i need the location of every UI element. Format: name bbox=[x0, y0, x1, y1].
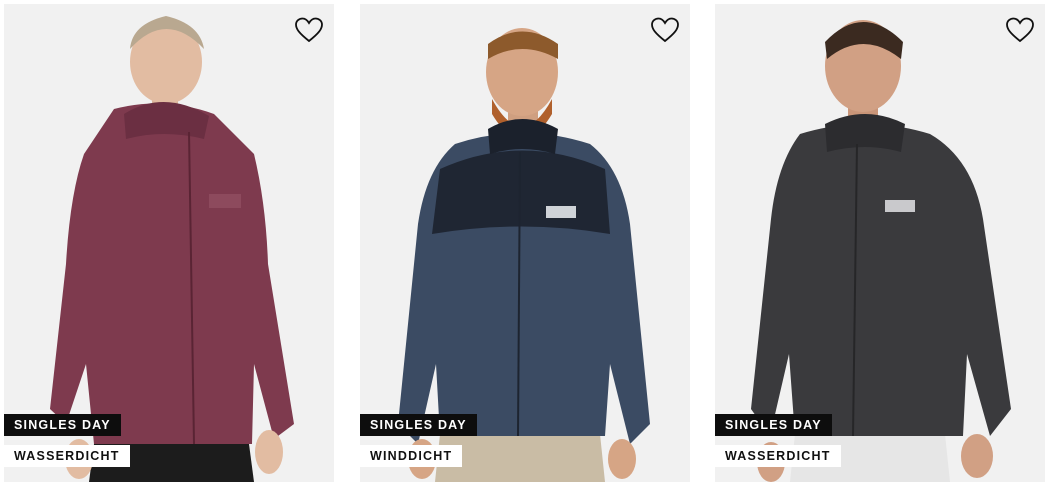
feature-badge: WINDDICHT bbox=[360, 445, 463, 467]
promo-badge: SINGLES DAY bbox=[360, 414, 477, 436]
feature-badge: WASSERDICHT bbox=[4, 445, 130, 467]
product-image-grey-rain-jacket[interactable] bbox=[715, 4, 1045, 482]
product-image-red-rain-jacket[interactable] bbox=[4, 4, 334, 482]
wishlist-heart-icon[interactable] bbox=[294, 16, 324, 44]
wishlist-heart-icon[interactable] bbox=[650, 16, 680, 44]
promo-badge: SINGLES DAY bbox=[715, 414, 832, 436]
feature-badge: WASSERDICHT bbox=[715, 445, 841, 467]
product-card[interactable]: SINGLES DAY WASSERDICHT bbox=[715, 4, 1045, 482]
product-grid: SINGLES DAY WASSERDICHT SINGLES DAY WIND… bbox=[0, 0, 1051, 487]
product-card[interactable]: SINGLES DAY WASSERDICHT bbox=[4, 4, 334, 482]
promo-badge: SINGLES DAY bbox=[4, 414, 121, 436]
product-card[interactable]: SINGLES DAY WINDDICHT bbox=[360, 4, 690, 482]
wishlist-heart-icon[interactable] bbox=[1005, 16, 1035, 44]
product-image-blue-softshell-jacket[interactable] bbox=[360, 4, 690, 482]
